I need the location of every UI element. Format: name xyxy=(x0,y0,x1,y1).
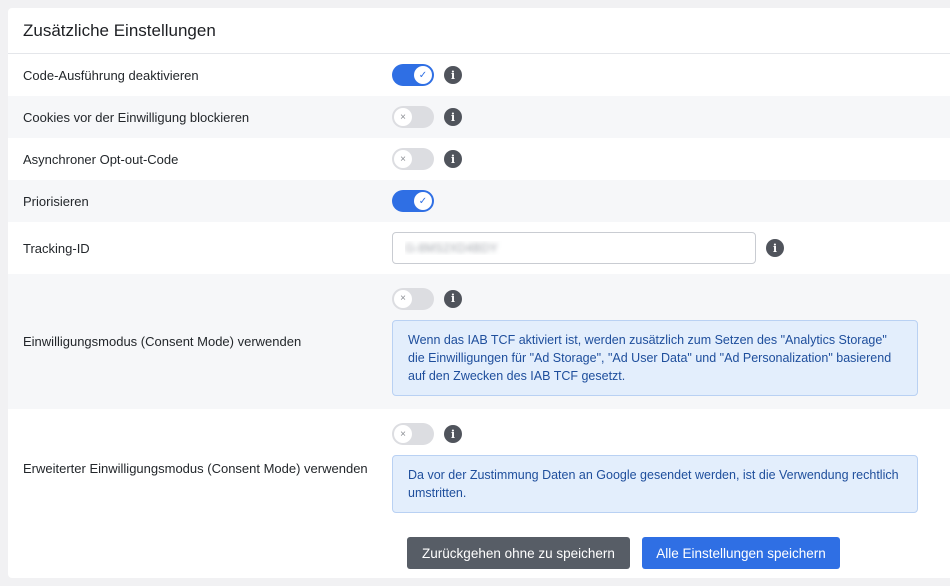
settings-card: Zusätzliche Einstellungen Code-Ausführun… xyxy=(8,8,950,578)
info-icon[interactable]: i xyxy=(444,150,462,168)
row-async-optout: Asynchroner Opt-out-Code × i xyxy=(8,138,950,180)
info-icon[interactable]: i xyxy=(444,289,462,308)
toggle-advanced-consent-mode[interactable]: × xyxy=(392,423,434,445)
row-block-cookies: Cookies vor der Einwilligung blockieren … xyxy=(8,96,950,138)
toggle-disable-code[interactable]: ✓ xyxy=(392,64,434,86)
info-icon[interactable]: i xyxy=(444,108,462,126)
consent-mode-notice: Wenn das IAB TCF aktiviert ist, werden z… xyxy=(392,319,918,396)
info-icon[interactable]: i xyxy=(444,425,462,443)
card-header: Zusätzliche Einstellungen xyxy=(8,8,950,54)
cross-icon: × xyxy=(394,289,412,308)
row-label: Erweiterter Einwilligungsmodus (Consent … xyxy=(23,460,368,476)
save-all-settings-button[interactable]: Alle Einstellungen speichern xyxy=(642,537,840,569)
row-label: Priorisieren xyxy=(23,193,89,209)
row-label: Einwilligungsmodus (Consent Mode) verwen… xyxy=(23,334,302,349)
advanced-consent-mode-notice: Da vor der Zustimmung Daten an Google ge… xyxy=(392,455,918,513)
row-disable-code: Code-Ausführung deaktivieren ✓ i xyxy=(8,54,950,96)
row-label: Asynchroner Opt-out-Code xyxy=(23,151,179,167)
tracking-id-input[interactable] xyxy=(392,232,756,264)
cross-icon: × xyxy=(394,150,412,168)
cross-icon: × xyxy=(394,108,412,126)
toggle-block-cookies[interactable]: × xyxy=(392,106,434,128)
action-buttons: Zurückgehen ohne zu speichern Alle Einst… xyxy=(407,537,840,569)
check-icon: ✓ xyxy=(414,192,432,210)
card-title: Zusätzliche Einstellungen xyxy=(23,20,216,40)
toggle-consent-mode[interactable]: × xyxy=(392,287,434,310)
row-advanced-consent-mode: Erweiterter Einwilligungsmodus (Consent … xyxy=(8,409,950,527)
row-label: Cookies vor der Einwilligung blockieren xyxy=(23,109,250,125)
toggle-async-optout[interactable]: × xyxy=(392,148,434,170)
row-prioritize: Priorisieren ✓ xyxy=(8,180,950,222)
row-label: Code-Ausführung deaktivieren xyxy=(23,67,199,83)
row-consent-mode: Einwilligungsmodus (Consent Mode) verwen… xyxy=(8,274,950,409)
cross-icon: × xyxy=(394,425,412,443)
info-icon[interactable]: i xyxy=(444,66,462,84)
toggle-prioritize[interactable]: ✓ xyxy=(392,190,434,212)
check-icon: ✓ xyxy=(414,66,432,84)
row-label: Tracking-ID xyxy=(23,240,90,256)
back-without-saving-button[interactable]: Zurückgehen ohne zu speichern xyxy=(407,537,630,569)
info-icon[interactable]: i xyxy=(766,239,784,257)
row-tracking-id: Tracking-ID i xyxy=(8,222,950,274)
